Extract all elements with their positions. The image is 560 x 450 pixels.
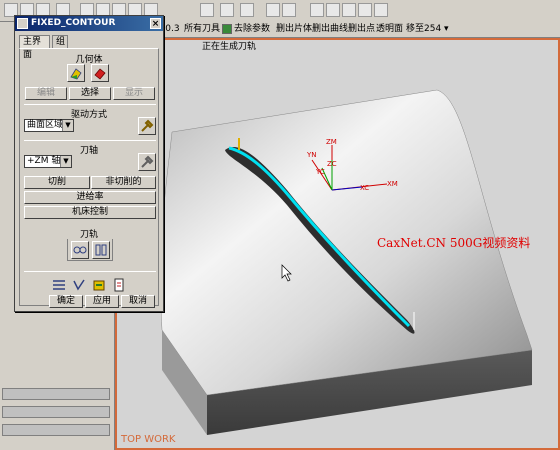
divider (24, 271, 156, 272)
axis-label-zc: ZC (327, 160, 337, 168)
status-title: 正在生成刀轨 (202, 42, 257, 52)
main-panel: 几何体 编辑 选择 显示 驱动方式 曲面区域 ▼ 刀轴 +ZM 轴 ▼ 切削 非切削… (19, 48, 159, 306)
analysis-icon[interactable] (374, 3, 388, 17)
axis-label-xc: XC (360, 184, 370, 192)
remove-params-icon (222, 23, 232, 34)
view-icon[interactable] (282, 3, 296, 17)
list-icon[interactable] (50, 276, 68, 294)
delete-curve-button[interactable]: 删出曲线 (312, 22, 348, 36)
render-icon[interactable] (266, 3, 280, 17)
toolpath-group (67, 239, 113, 261)
divider (24, 104, 156, 105)
dialog-title-bar[interactable]: FIXED_CONTOUR × (15, 16, 163, 31)
cam-toolbar: -0.3 所有刀具 去除参数 删出片体 删出曲线 删出点 透明面 移至254 ▾ (160, 20, 560, 38)
chevron-down-icon: ▼ (60, 156, 71, 167)
tab-group[interactable]: 组 (52, 35, 68, 49)
axis-label-yc: YC (316, 168, 325, 176)
dialog-title: FIXED_CONTOUR (31, 18, 116, 28)
edit-button[interactable]: 编辑 (25, 87, 67, 100)
layer-icon[interactable] (220, 3, 234, 17)
view-label: TOP WORK (121, 434, 176, 445)
assembly-icon[interactable] (326, 3, 340, 17)
axis-label-yn: YN (307, 151, 317, 159)
tool-axis-select[interactable]: +ZM 轴 ▼ (24, 155, 72, 168)
action-icons (50, 275, 134, 297)
machine-control-button[interactable]: 机床控制 (24, 206, 156, 219)
chevron-down-icon: ▼ (62, 120, 73, 131)
wrench-icon[interactable] (138, 117, 156, 135)
shop-doc-icon[interactable] (110, 276, 128, 294)
replay-icon[interactable] (92, 241, 110, 259)
display-button[interactable]: 显示 (113, 87, 155, 100)
delete-sheet-button[interactable]: 删出片体 (276, 22, 312, 36)
postprocess-icon[interactable] (90, 276, 108, 294)
delete-point-button[interactable]: 删出点 (348, 22, 375, 36)
wrench-icon[interactable] (138, 153, 156, 171)
drafting-icon[interactable] (342, 3, 356, 17)
noncut-button[interactable]: 非切削的 (91, 176, 156, 189)
cancel-button[interactable]: 取消 (121, 295, 155, 308)
generate-icon[interactable] (71, 241, 89, 259)
geometry-label: 几何体 (75, 55, 103, 65)
scrollbar[interactable] (2, 406, 110, 418)
ok-button[interactable]: 确定 (49, 295, 83, 308)
remove-params-button[interactable]: 去除参数 (222, 22, 270, 36)
drive-method-select[interactable]: 曲面区域 ▼ (24, 119, 74, 132)
check-geometry-icon[interactable] (91, 64, 109, 82)
dialog-app-icon (17, 18, 28, 29)
transparent-face-button[interactable]: 透明面 (376, 22, 403, 36)
apply-button[interactable]: 应用 (85, 295, 119, 308)
close-icon[interactable]: × (150, 18, 161, 29)
part-geometry-icon[interactable] (67, 64, 85, 82)
fixed-contour-dialog: FIXED_CONTOUR × 主界面 组 几何体 编辑 选择 显示 驱动方式 … (14, 15, 164, 312)
axis-label-xm: XM (387, 180, 398, 188)
all-tools-button[interactable]: 所有刀具 (184, 22, 220, 36)
shade-icon[interactable] (240, 3, 254, 17)
move-to-layer-button[interactable]: 移至254 ▾ (406, 22, 449, 36)
feedrate-button[interactable]: 进给率 (24, 191, 156, 204)
scrollbar[interactable] (2, 424, 110, 436)
scrollbar[interactable] (2, 388, 110, 400)
watermark: CaxNet.CN 500G视频资料 (377, 236, 531, 250)
graphics-viewport[interactable]: 正在生成刀轨 ZM YN ZC XC XM YC CaxNet.CN 500G视… (115, 38, 560, 450)
tab-main[interactable]: 主界面 (19, 35, 50, 60)
cut-button[interactable]: 切削 (24, 176, 90, 189)
cam-icon[interactable] (358, 3, 372, 17)
verify-icon[interactable] (70, 276, 88, 294)
model-icon[interactable] (310, 3, 324, 17)
select-button[interactable]: 选择 (69, 87, 111, 100)
divider (24, 140, 156, 141)
offset-value: -0.3 (162, 24, 180, 34)
sketch-icon[interactable] (200, 3, 214, 17)
axis-label-zm: ZM (326, 138, 337, 146)
